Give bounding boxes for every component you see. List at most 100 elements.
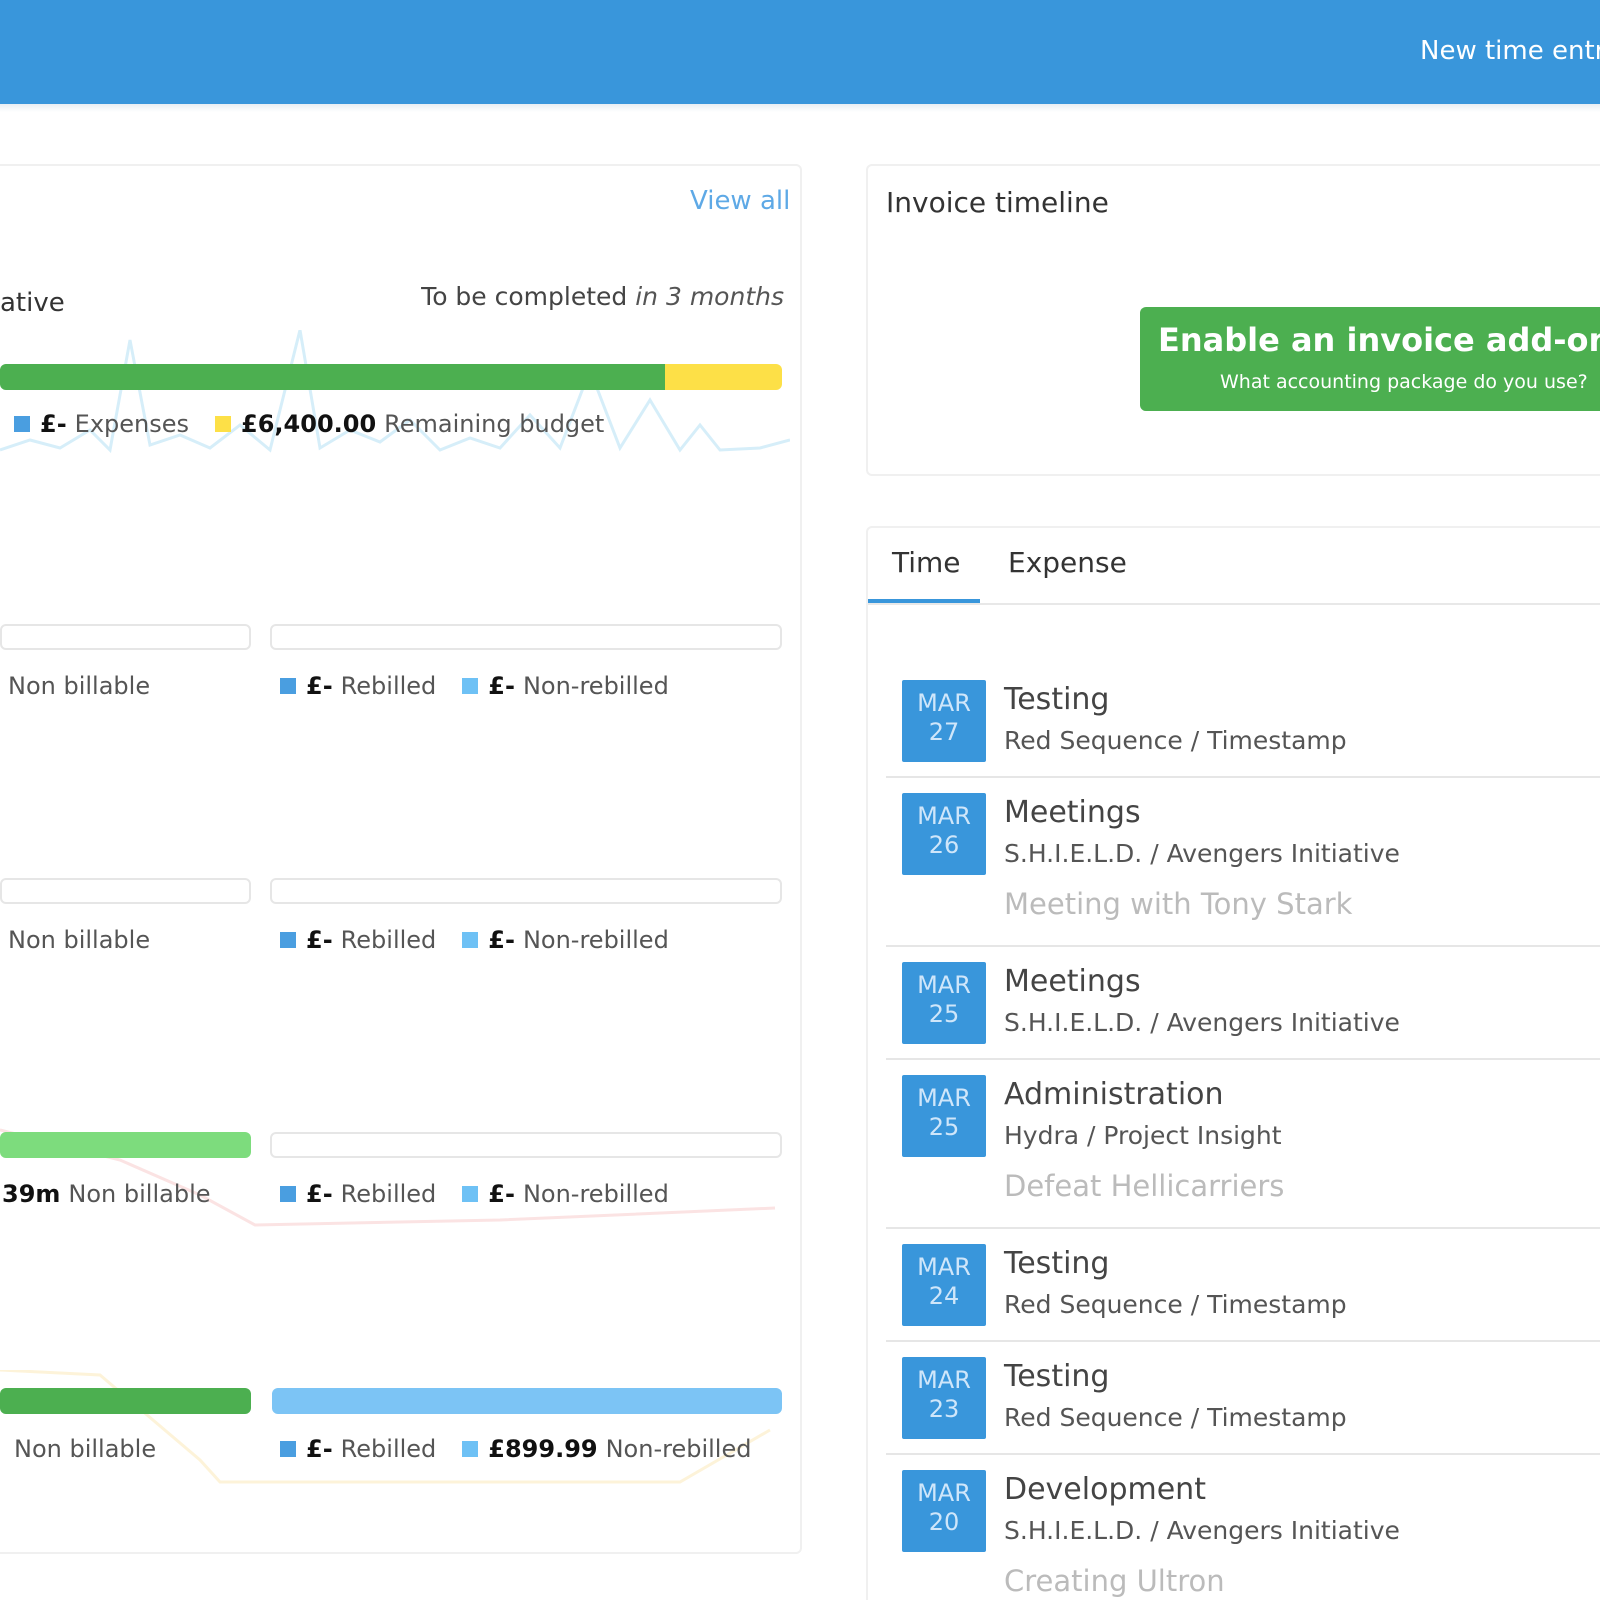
- non-billable-label-2: Non billable: [8, 926, 151, 954]
- remaining-label: Remaining budget: [384, 410, 605, 438]
- top-bar-shadow: [0, 104, 1600, 112]
- expense-legend-2: £- Rebilled £- Non-rebilled: [280, 926, 695, 954]
- nonrebilled-label-4: Non-rebilled: [605, 1435, 752, 1463]
- entry-note: Meeting with Tony Stark: [1004, 887, 1353, 921]
- entry-project: S.H.I.E.L.D. / Avengers Initiative: [1004, 1516, 1400, 1545]
- legend-nonrebilled-1: £- Non-rebilled: [462, 672, 669, 700]
- date-badge: MAR 26: [902, 793, 986, 875]
- completion-prefix: To be completed: [421, 282, 636, 311]
- nonrebilled-label-1: Non-rebilled: [522, 672, 669, 700]
- date-badge: MAR 20: [902, 1470, 986, 1552]
- non-billable-label-1: Non billable: [8, 672, 151, 700]
- expense-bar-4: [272, 1388, 782, 1414]
- expense-legend-3: £- Rebilled £- Non-rebilled: [280, 1180, 695, 1208]
- tab-expense[interactable]: Expense: [1008, 546, 1127, 579]
- legend-expenses-swatch: [14, 416, 30, 432]
- legend-rebilled-4: £- Rebilled: [280, 1435, 436, 1463]
- date-day: 25: [928, 1000, 960, 1028]
- date-badge: MAR 23: [902, 1357, 986, 1439]
- rebilled-label-2: Rebilled: [340, 926, 437, 954]
- entry-separator: [886, 1453, 1600, 1455]
- rebilled-label-1: Rebilled: [340, 672, 437, 700]
- nonrebilled-amount-3: £-: [488, 1180, 515, 1208]
- time-bar-3: [0, 1132, 251, 1158]
- legend-nonrebilled-3: £- Non-rebilled: [462, 1180, 669, 1208]
- nonrebilled-swatch: [462, 678, 479, 694]
- rebilled-label-4: Rebilled: [340, 1435, 437, 1463]
- entry-separator: [886, 1340, 1600, 1342]
- entry-separator: [886, 1058, 1600, 1060]
- rebilled-amount-1: £-: [306, 672, 333, 700]
- rebilled-amount-2: £-: [306, 926, 333, 954]
- nonrebilled-swatch: [462, 932, 479, 948]
- date-month: MAR: [917, 802, 971, 830]
- date-day: 25: [928, 1113, 960, 1141]
- entry-separator: [886, 776, 1600, 778]
- expenses-amount: £-: [40, 410, 67, 438]
- legend-remaining-budget: £6,400.00 Remaining budget: [215, 410, 604, 438]
- nonrebilled-swatch: [462, 1441, 479, 1457]
- entry-project: S.H.I.E.L.D. / Avengers Initiative: [1004, 839, 1400, 868]
- entry-task: Testing: [1004, 682, 1110, 717]
- addon-subtitle: What accounting package do you use?: [1220, 371, 1588, 393]
- date-day: 24: [928, 1282, 960, 1310]
- non-billable-label-3: Non billable: [68, 1180, 211, 1208]
- date-day: 27: [928, 718, 960, 746]
- entry-project: S.H.I.E.L.D. / Avengers Initiative: [1004, 1008, 1400, 1037]
- rebilled-swatch: [280, 1186, 296, 1202]
- nonrebilled-swatch: [462, 1186, 479, 1202]
- tabs-divider: [868, 603, 1600, 605]
- expense-legend-4: £- Rebilled £899.99 Non-rebilled: [280, 1435, 777, 1463]
- entry-project: Red Sequence / Timestamp: [1004, 1290, 1347, 1319]
- time-legend-2: Non billable: [0, 926, 150, 954]
- legend-expenses: £- Expenses: [14, 410, 189, 438]
- date-day: 20: [928, 1508, 960, 1536]
- addon-title: Enable an invoice add-on n: [1158, 321, 1600, 359]
- legend-rebilled-2: £- Rebilled: [280, 926, 436, 954]
- nonrebilled-label-3: Non-rebilled: [522, 1180, 669, 1208]
- entry-separator: [886, 1227, 1600, 1229]
- nonrebilled-amount-4: £899.99: [488, 1435, 598, 1463]
- time-bar-2: [0, 878, 251, 904]
- background-sparkline: [0, 330, 790, 454]
- non-billable-amount-3: 39m: [2, 1180, 61, 1208]
- non-billable-label-4: Non billable: [14, 1435, 157, 1463]
- date-month: MAR: [917, 1366, 971, 1394]
- date-badge: MAR 25: [902, 962, 986, 1044]
- rebilled-amount-3: £-: [306, 1180, 333, 1208]
- view-all-link[interactable]: View all: [690, 186, 790, 216]
- entry-note: Defeat Hellicarriers: [1004, 1169, 1285, 1203]
- entry-separator: [886, 945, 1600, 947]
- entry-task: Development: [1004, 1472, 1206, 1507]
- date-month: MAR: [917, 1084, 971, 1112]
- time-legend-3: 39m Non billable: [2, 1180, 211, 1208]
- date-day: 26: [928, 831, 960, 859]
- entry-project: Hydra / Project Insight: [1004, 1121, 1282, 1150]
- time-legend-1: Non billable: [0, 672, 150, 700]
- entry-project: Red Sequence / Timestamp: [1004, 726, 1347, 755]
- entry-task: Administration: [1004, 1077, 1224, 1112]
- date-month: MAR: [917, 1253, 971, 1281]
- legend-rebilled-3: £- Rebilled: [280, 1180, 436, 1208]
- legend-remaining-swatch: [215, 416, 232, 432]
- entry-task: Meetings: [1004, 795, 1141, 830]
- entry-project: Red Sequence / Timestamp: [1004, 1403, 1347, 1432]
- entry-note: Creating Ultron: [1004, 1564, 1225, 1598]
- rebilled-label-3: Rebilled: [340, 1180, 437, 1208]
- budget-bar: [0, 364, 782, 390]
- date-month: MAR: [917, 1479, 971, 1507]
- tab-time-active-indicator: [868, 599, 980, 603]
- enable-invoice-addon-button[interactable]: Enable an invoice add-on n What accounti…: [1140, 307, 1600, 411]
- project-name[interactable]: ative: [0, 288, 65, 318]
- entry-task: Testing: [1004, 1359, 1110, 1394]
- budget-legend: £- Expenses £6,400.00 Remaining budget: [14, 410, 630, 438]
- date-month: MAR: [917, 689, 971, 717]
- nonrebilled-label-2: Non-rebilled: [522, 926, 669, 954]
- completion-time: in 3 months: [635, 282, 784, 311]
- tab-time[interactable]: Time: [892, 546, 961, 579]
- rebilled-swatch: [280, 1441, 296, 1457]
- date-month: MAR: [917, 971, 971, 999]
- completion-text: To be completed in 3 months: [421, 282, 784, 311]
- rebilled-amount-4: £-: [306, 1435, 333, 1463]
- new-time-entry-button[interactable]: New time entry: [1420, 36, 1600, 66]
